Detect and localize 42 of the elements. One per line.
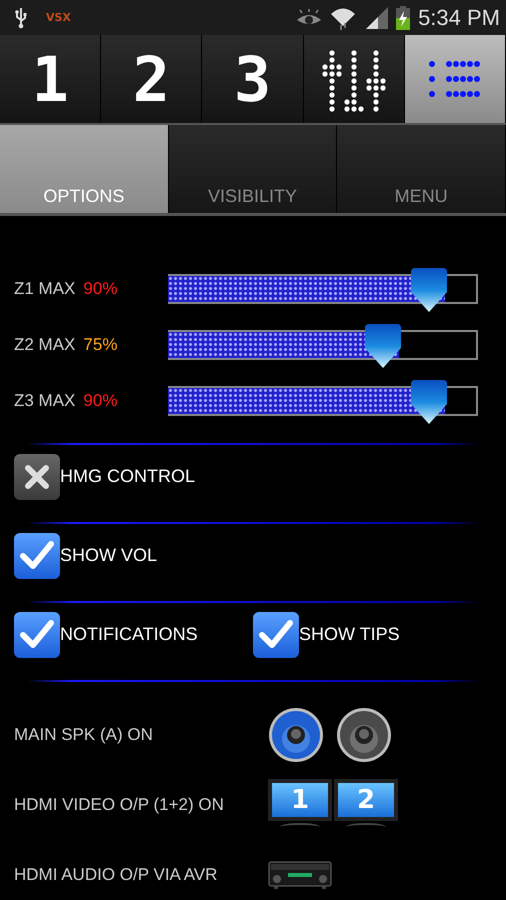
- checkbox-label: SHOW VOL: [60, 545, 158, 566]
- check-icon: [20, 620, 54, 650]
- wifi-icon: [330, 6, 356, 30]
- output-label: HDMI VIDEO O/P (1+2) ON: [14, 795, 225, 815]
- panel-tab[interactable]: 3: [202, 35, 304, 123]
- zone-label: Z1 MAX: [14, 279, 76, 299]
- app-label: VSX: [46, 11, 71, 24]
- speaker-icon[interactable]: [268, 707, 324, 763]
- list-icon: [428, 60, 482, 98]
- checkbox[interactable]: [253, 612, 299, 658]
- checkbox[interactable]: [14, 454, 60, 500]
- checkbox-label: NOTIFICATIONS: [60, 624, 198, 645]
- panel-tab[interactable]: 1: [0, 35, 102, 123]
- check-icon: [259, 620, 293, 650]
- checkbox-label: HMG CONTROL: [60, 466, 195, 487]
- zone-label: Z2 MAX: [14, 335, 76, 355]
- speaker-icon[interactable]: [336, 707, 392, 763]
- eye-icon: [296, 8, 322, 26]
- panel-tab[interactable]: [304, 35, 405, 123]
- checkbox-label: SHOW TIPS: [299, 624, 400, 645]
- settings-tab[interactable]: OPTIONS: [0, 125, 169, 213]
- slider-thumb[interactable]: [411, 380, 447, 424]
- zone-value: 90%: [83, 279, 118, 299]
- slider-thumb[interactable]: [364, 324, 400, 368]
- zone-label: Z3 MAX: [14, 391, 76, 411]
- usb-icon: [14, 6, 28, 28]
- battery-charging-icon: [396, 6, 410, 30]
- checkbox[interactable]: [14, 532, 60, 578]
- check-icon: [20, 540, 54, 570]
- zone-value: 75%: [83, 335, 118, 355]
- settings-tab[interactable]: VISIBILITY: [168, 125, 338, 213]
- settings-tab[interactable]: MENU: [337, 125, 506, 213]
- slider-thumb[interactable]: [411, 268, 447, 312]
- signal-icon: [364, 6, 388, 28]
- output-label: MAIN SPK (A) ON: [14, 725, 154, 745]
- checkbox[interactable]: [14, 612, 60, 658]
- receiver-icon[interactable]: [268, 860, 332, 890]
- clock-time: 5:34 PM: [418, 4, 500, 30]
- cross-icon: [24, 464, 50, 490]
- output-label: HDMI AUDIO O/P VIA AVR: [14, 865, 218, 885]
- zone-value: 90%: [83, 391, 118, 411]
- panel-tab[interactable]: 2: [101, 35, 202, 123]
